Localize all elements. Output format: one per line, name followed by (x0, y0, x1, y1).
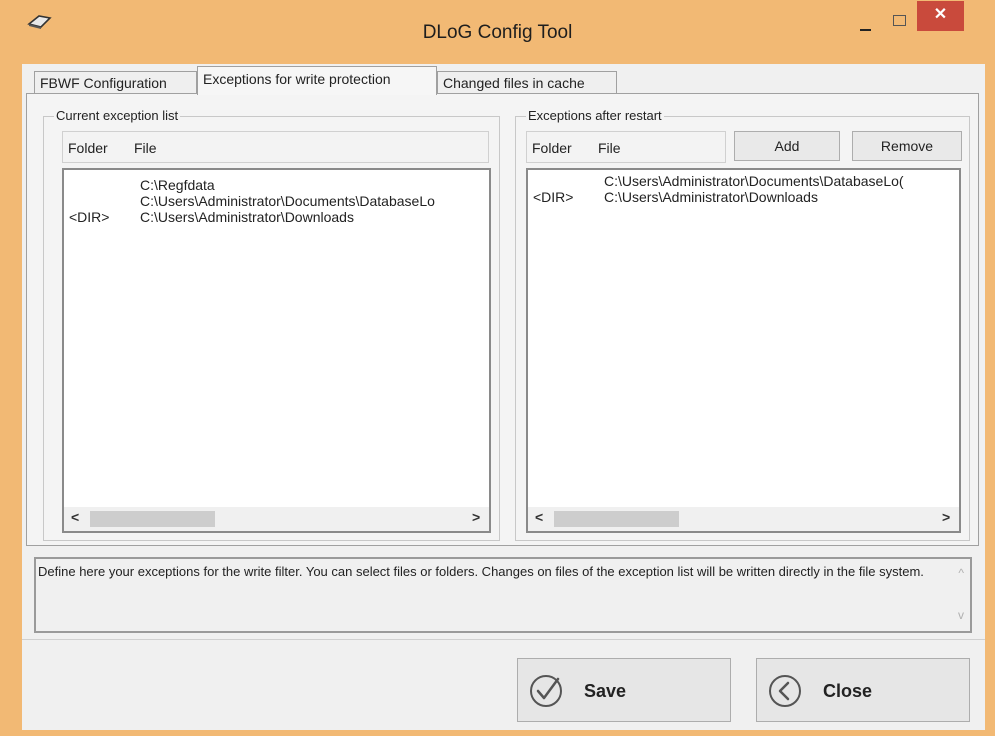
description-text: Define here your exceptions for the writ… (38, 564, 924, 579)
add-button[interactable]: Add (734, 131, 840, 161)
tab-changed-files-in-cache[interactable]: Changed files in cache (437, 71, 617, 93)
remove-button[interactable]: Remove (852, 131, 962, 161)
exceptions-after-restart-label: Exceptions after restart (526, 108, 664, 123)
horizontal-scrollbar[interactable]: < > (64, 507, 489, 531)
maximize-button[interactable] (882, 6, 914, 36)
column-folder-header[interactable]: Folder (68, 140, 108, 156)
column-file-header[interactable]: File (134, 140, 157, 156)
current-list-header: Folder File (62, 131, 489, 163)
list-item-file[interactable]: C:\Users\Administrator\Downloads (140, 209, 354, 225)
list-item-file[interactable]: C:\Users\Administrator\Documents\Databas… (140, 193, 435, 209)
list-item-folder: <DIR> (69, 209, 110, 225)
checkmark-icon (530, 675, 562, 707)
save-label: Save (584, 681, 627, 701)
scroll-right-icon[interactable]: > (942, 509, 950, 525)
close-window-button[interactable]: ✕ (917, 1, 964, 31)
current-exception-label: Current exception list (54, 108, 181, 123)
current-exception-list[interactable]: C:\Regfdata C:\Users\Administrator\Docum… (62, 168, 491, 533)
scroll-down-icon[interactable]: v (958, 607, 964, 624)
scroll-left-icon[interactable]: < (535, 509, 543, 525)
column-file-header[interactable]: File (598, 140, 621, 156)
app-window: DLoG Config Tool ✕ FBWF Configuration Ex… (0, 0, 995, 736)
window-title: DLoG Config Tool (422, 22, 573, 43)
restart-list-header: Folder File (526, 131, 726, 163)
back-arrow-icon (769, 675, 801, 707)
tab-fbwf-configuration[interactable]: FBWF Configuration (34, 71, 197, 93)
exceptions-after-restart-group: Exceptions after restart Folder File Add… (515, 108, 970, 541)
save-button[interactable]: Save (517, 658, 731, 722)
tab-page-exceptions: Current exception list Folder File C:\Re… (26, 93, 979, 546)
column-folder-header[interactable]: Folder (532, 140, 572, 156)
scroll-left-icon[interactable]: < (71, 509, 79, 525)
tab-strip: FBWF Configuration Exceptions for write … (22, 64, 985, 95)
list-item-file[interactable]: C:\Users\Administrator\Downloads (604, 189, 818, 205)
list-item-file[interactable]: C:\Regfdata (140, 177, 215, 193)
horizontal-scrollbar[interactable]: < > (528, 507, 959, 531)
scroll-right-icon[interactable]: > (472, 509, 480, 525)
tab-exceptions-for-write-protection[interactable]: Exceptions for write protection (197, 66, 437, 95)
close-button[interactable]: Close (756, 658, 970, 722)
scroll-thumb[interactable] (90, 511, 215, 527)
list-item-folder: <DIR> (533, 189, 574, 205)
list-item-file[interactable]: C:\Users\Administrator\Documents\Databas… (604, 173, 904, 189)
scroll-thumb[interactable] (554, 511, 679, 527)
current-exception-group: Current exception list Folder File C:\Re… (43, 108, 500, 541)
scroll-up-icon[interactable]: ^ (958, 565, 964, 582)
description-text-area[interactable]: Define here your exceptions for the writ… (34, 557, 972, 633)
close-label: Close (823, 681, 873, 701)
exceptions-after-restart-list[interactable]: C:\Users\Administrator\Documents\Databas… (526, 168, 961, 533)
title-bar[interactable]: DLoG Config Tool ✕ (0, 0, 995, 64)
minimize-button[interactable] (856, 8, 876, 38)
divider (22, 639, 985, 640)
window-client: FBWF Configuration Exceptions for write … (22, 64, 985, 730)
